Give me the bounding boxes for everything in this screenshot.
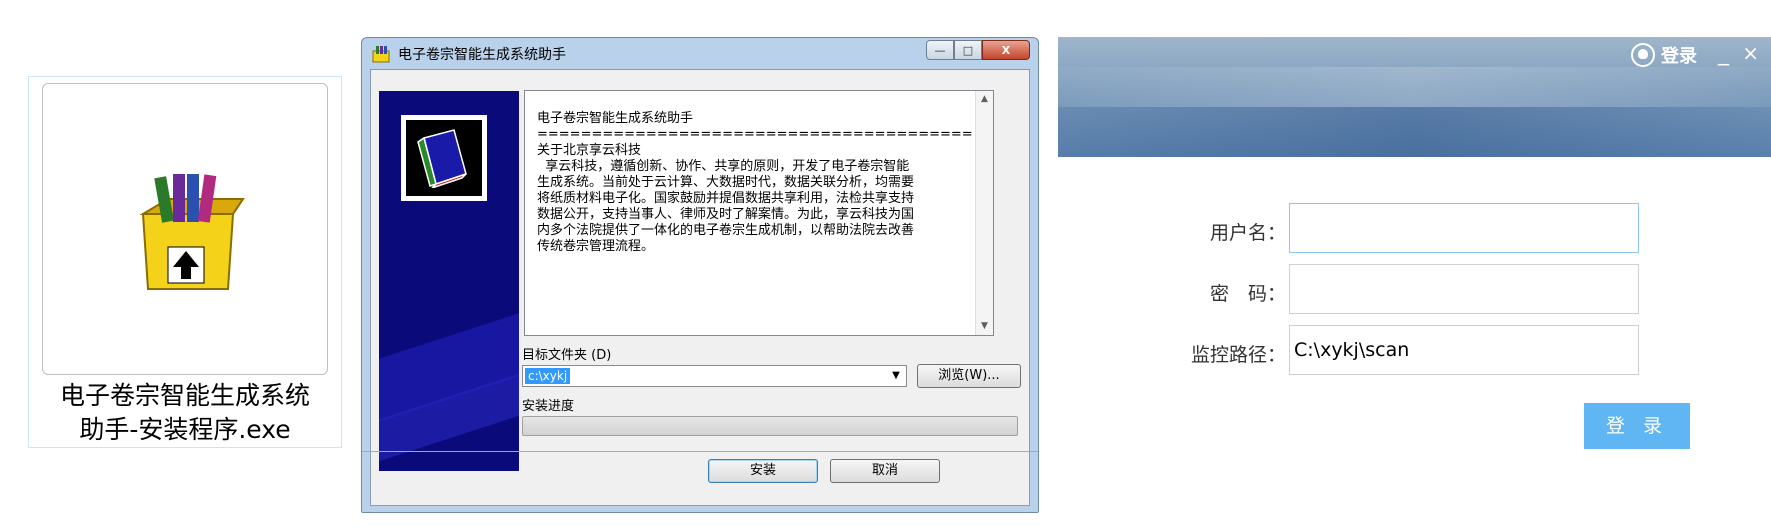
minimize-button[interactable]: _	[1718, 41, 1729, 66]
login-header: 登录 _ ×	[1058, 37, 1771, 157]
dest-folder-value[interactable]: c:\xykj	[525, 368, 571, 384]
close-button[interactable]: X	[982, 40, 1030, 60]
app-icon	[372, 46, 390, 63]
monitor-path-label: 监控路径：	[1190, 344, 1286, 366]
file-thumbnail[interactable]	[42, 83, 328, 375]
divider	[362, 451, 1038, 452]
file-name: 电子卷宗智能生成系统 助手-安装程序.exe	[29, 379, 341, 447]
window-titlebar[interactable]: 电子卷宗智能生成系统助手 — □ X	[362, 38, 1038, 68]
window-title: 电子卷宗智能生成系统助手	[398, 47, 566, 63]
window-controls: — □ X	[926, 40, 1030, 60]
header-login-label: 登录	[1661, 46, 1697, 67]
file-name-line1: 电子卷宗智能生成系统	[59, 381, 310, 410]
book-logo	[401, 115, 487, 201]
cancel-button[interactable]: 取消	[830, 459, 940, 483]
book-icon	[417, 129, 467, 188]
dest-folder-combo[interactable]: c:\xykj ▼	[522, 365, 907, 387]
browse-button[interactable]: 浏览(W)...	[917, 364, 1021, 388]
side-banner	[379, 91, 519, 471]
install-progress-bar	[522, 416, 1018, 436]
monitor-path-input[interactable]: C:\xykj\scan	[1289, 325, 1639, 375]
scroll-up-icon[interactable]: ▲	[976, 91, 993, 108]
minimize-button[interactable]: —	[926, 40, 954, 60]
installer-file-icon[interactable]: 电子卷宗智能生成系统 助手-安装程序.exe	[28, 76, 342, 448]
book-logo-inner	[406, 120, 482, 196]
dest-folder-label: 目标文件夹 (D)	[522, 348, 612, 363]
install-button[interactable]: 安装	[708, 459, 818, 483]
installer-window: 电子卷宗智能生成系统助手 — □ X 电子卷宗智能生成系统助手 ========…	[361, 37, 1039, 513]
header-decoration	[1058, 67, 1771, 107]
progress-label: 安装进度	[522, 399, 575, 414]
winrar-archive-icon	[139, 174, 245, 290]
close-button[interactable]: ×	[1742, 41, 1759, 65]
scrollbar[interactable]: ▲ ▼	[975, 91, 993, 335]
file-name-line2: 助手-安装程序.exe	[79, 415, 291, 444]
header-login[interactable]: 登录	[1631, 42, 1697, 68]
username-input[interactable]	[1289, 203, 1639, 253]
login-button[interactable]: 登 录	[1584, 403, 1690, 449]
scroll-down-icon[interactable]: ▼	[976, 318, 993, 335]
info-text: 电子卷宗智能生成系统助手 ===========================…	[537, 111, 973, 254]
username-label: 用户名：	[1209, 222, 1286, 244]
chevron-down-icon[interactable]: ▼	[888, 368, 904, 384]
login-dialog: 登录 _ × 用户名： 密 码： 监控路径： C:\xykj\scan 登 录	[1058, 37, 1771, 513]
password-label: 密 码：	[1209, 283, 1286, 305]
password-input[interactable]	[1289, 264, 1639, 314]
info-textarea[interactable]: 电子卷宗智能生成系统助手 ===========================…	[524, 90, 994, 336]
user-icon	[1631, 43, 1655, 67]
maximize-button[interactable]: □	[954, 40, 982, 60]
header-decoration	[1058, 107, 1771, 157]
